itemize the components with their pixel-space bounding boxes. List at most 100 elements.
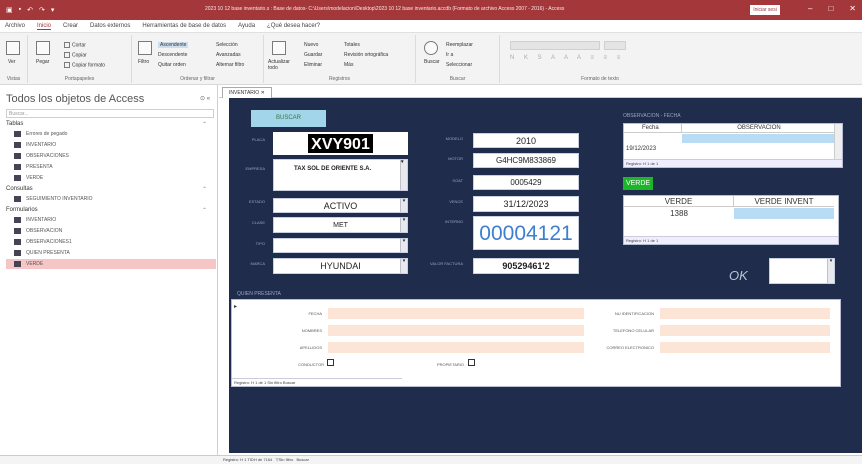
dropdown-arrow-icon[interactable]: ▾ [400, 239, 407, 252]
save-record-button[interactable]: Guardar [304, 52, 322, 58]
new-record-button[interactable]: Nuevo [304, 42, 318, 48]
redo-icon[interactable]: ↷ [39, 6, 45, 14]
view-button[interactable]: Ver [8, 59, 16, 65]
obs-cell[interactable] [682, 134, 836, 143]
delete-record-button[interactable]: Eliminar [304, 62, 322, 68]
paste-icon[interactable] [36, 41, 50, 55]
selection-button[interactable]: Selección [216, 42, 238, 48]
verde-invent-cell[interactable] [734, 208, 834, 219]
interno-field[interactable]: 00004121 [473, 216, 579, 250]
tell-me-input[interactable]: ¿Qué desea hacer? [267, 23, 320, 29]
obs-scrollbar[interactable] [834, 124, 842, 160]
record-counter[interactable]: Registro: H 1 TIDH de 7164 [223, 457, 272, 462]
obs-row-date[interactable]: 19/12/2023 [626, 146, 656, 152]
propietario-checkbox[interactable] [468, 359, 475, 366]
tab-crear[interactable]: Crear [63, 23, 78, 29]
goto-button[interactable]: Ir a [446, 52, 453, 58]
refresh-button[interactable]: Actualizar todo [268, 59, 298, 71]
nav-search-input[interactable]: Buscar... [6, 109, 214, 118]
nav-header[interactable]: Todos los objetos de Access [6, 93, 144, 105]
tab-datos-externos[interactable]: Datos externos [90, 23, 130, 29]
telefono-input[interactable] [660, 325, 830, 336]
verde-record-nav[interactable]: Registro: H 1 de 1 [624, 236, 838, 244]
nav-item-form[interactable]: INVENTARIO [6, 215, 216, 225]
verde-col[interactable]: VERDE [624, 196, 734, 207]
tab-archivo[interactable]: Archivo [5, 23, 25, 29]
apellidos-input[interactable] [328, 342, 584, 353]
tab-ayuda[interactable]: Ayuda [238, 23, 255, 29]
search-box[interactable]: Buscar [297, 457, 309, 462]
quien-record-nav[interactable]: Registro: H 1 de 1 Sin filtro Buscar [232, 378, 402, 386]
find-icon[interactable] [424, 41, 438, 55]
filter-button[interactable]: Filtro [138, 59, 149, 65]
quien-presenta-subform[interactable]: ▸ FECHA NOMBRES APELLIDOS CONDUCTOR PROP… [231, 299, 841, 387]
nav-item-table[interactable]: PRESENTA [6, 162, 216, 172]
nav-item-form-selected[interactable]: VERDE [6, 259, 216, 269]
doc-tab-inventario[interactable]: INVENTARIO ✕ [222, 87, 272, 98]
dropdown-arrow-icon[interactable]: ▾ [827, 259, 834, 283]
spelling-button[interactable]: Revisión ortográfica [344, 52, 388, 58]
cut-button[interactable]: Cortar [64, 42, 86, 48]
remove-sort-button[interactable]: Quitar orden [158, 62, 186, 68]
close-tab-icon[interactable]: ✕ [261, 90, 265, 96]
text-format-controls[interactable]: N K S A A A ≡ ≡ ≡ [510, 55, 690, 64]
undo-icon[interactable]: ↶ [27, 6, 33, 14]
modelo-field[interactable]: 2010 [473, 133, 579, 148]
nav-section-consultas[interactable]: Consultas ⌃ [6, 186, 207, 193]
dropdown-arrow-icon[interactable]: ▾ [400, 160, 407, 190]
nav-item-form[interactable]: QUIEN PRESENTA [6, 248, 216, 258]
find-button[interactable]: Buscar [424, 59, 440, 65]
ok-field[interactable]: ▾ [769, 258, 835, 284]
tab-herramientas[interactable]: Herramientas de base de datos [142, 23, 226, 29]
format-painter-button[interactable]: Copiar formato [64, 62, 105, 68]
nav-item-form[interactable]: OBSERVACION [6, 226, 216, 236]
fecha-input[interactable] [328, 308, 584, 319]
dropdown-arrow-icon[interactable]: ▾ [400, 259, 407, 273]
identificacion-input[interactable] [660, 308, 830, 319]
totals-button[interactable]: Totales [344, 42, 360, 48]
vence-field[interactable]: 31/12/2023 [473, 196, 579, 212]
font-name-select[interactable] [510, 41, 600, 50]
minimize-icon[interactable]: – [808, 4, 812, 13]
obs-col-fecha[interactable]: Fecha [624, 124, 682, 133]
sort-desc-button[interactable]: Descendente [158, 52, 187, 58]
dropdown-arrow-icon[interactable]: ▾ [400, 218, 407, 232]
save-icon[interactable]: ▪ [19, 6, 21, 14]
soat-field[interactable]: 0005429 [473, 175, 579, 190]
obs-record-nav[interactable]: Registro: H 1 de 1 [624, 159, 842, 167]
estado-field[interactable]: ACTIVO ▾ [273, 198, 408, 213]
sort-asc-button[interactable]: Ascendente [158, 42, 189, 48]
refresh-icon[interactable] [272, 41, 286, 55]
nav-item-table[interactable]: OBSERVACIONES [6, 151, 216, 161]
more-button[interactable]: Más [344, 62, 353, 68]
valor-field[interactable]: 90529461'2 [473, 258, 579, 274]
font-size-select[interactable] [604, 41, 626, 50]
nav-item-query[interactable]: SEGUIMIENTO INVENTARIO [6, 194, 216, 204]
buscar-button[interactable]: BUSCAR [251, 110, 326, 127]
close-icon[interactable]: ✕ [849, 4, 856, 13]
verde-subform[interactable]: VERDE VERDE INVENT 1388 Registro: H 1 de… [623, 195, 839, 245]
verde-value[interactable]: 1388 [624, 208, 734, 219]
record-navigation[interactable]: Registro: H 1 TIDH de 7164 ▽Sin filtro B… [219, 455, 862, 464]
motor-field[interactable]: G4HC9M833869 [473, 153, 579, 168]
record-selector-icon[interactable]: ▸ [234, 303, 237, 310]
nombres-input[interactable] [328, 325, 584, 336]
nav-item-table[interactable]: Errores de pegado [6, 129, 216, 139]
tipo-field[interactable]: ▾ [273, 238, 408, 253]
sign-in-button[interactable]: Iniciar sesi [750, 5, 780, 15]
toggle-filter-button[interactable]: Alternar filtro [216, 62, 244, 68]
dropdown-arrow-icon[interactable]: ▾ [400, 199, 407, 212]
correo-input[interactable] [660, 342, 830, 353]
copy-button[interactable]: Copiar [64, 52, 87, 58]
select-button[interactable]: Seleccionar [446, 62, 472, 68]
obs-col-observacion[interactable]: OBSERVACION [682, 124, 836, 133]
nav-item-table[interactable]: INVENTARIO [6, 140, 216, 150]
conductor-checkbox[interactable] [327, 359, 334, 366]
maximize-icon[interactable]: □ [828, 4, 833, 13]
tab-inicio[interactable]: Inicio [37, 23, 52, 30]
filter-status[interactable]: Sin filtro [279, 457, 293, 462]
nav-item-table[interactable]: VERDE [6, 173, 216, 183]
nav-section-formularios[interactable]: Formularios ⌃ [6, 207, 207, 214]
nav-collapse-icon[interactable]: ⊙ « [200, 95, 210, 102]
paste-button[interactable]: Pegar [36, 59, 49, 65]
